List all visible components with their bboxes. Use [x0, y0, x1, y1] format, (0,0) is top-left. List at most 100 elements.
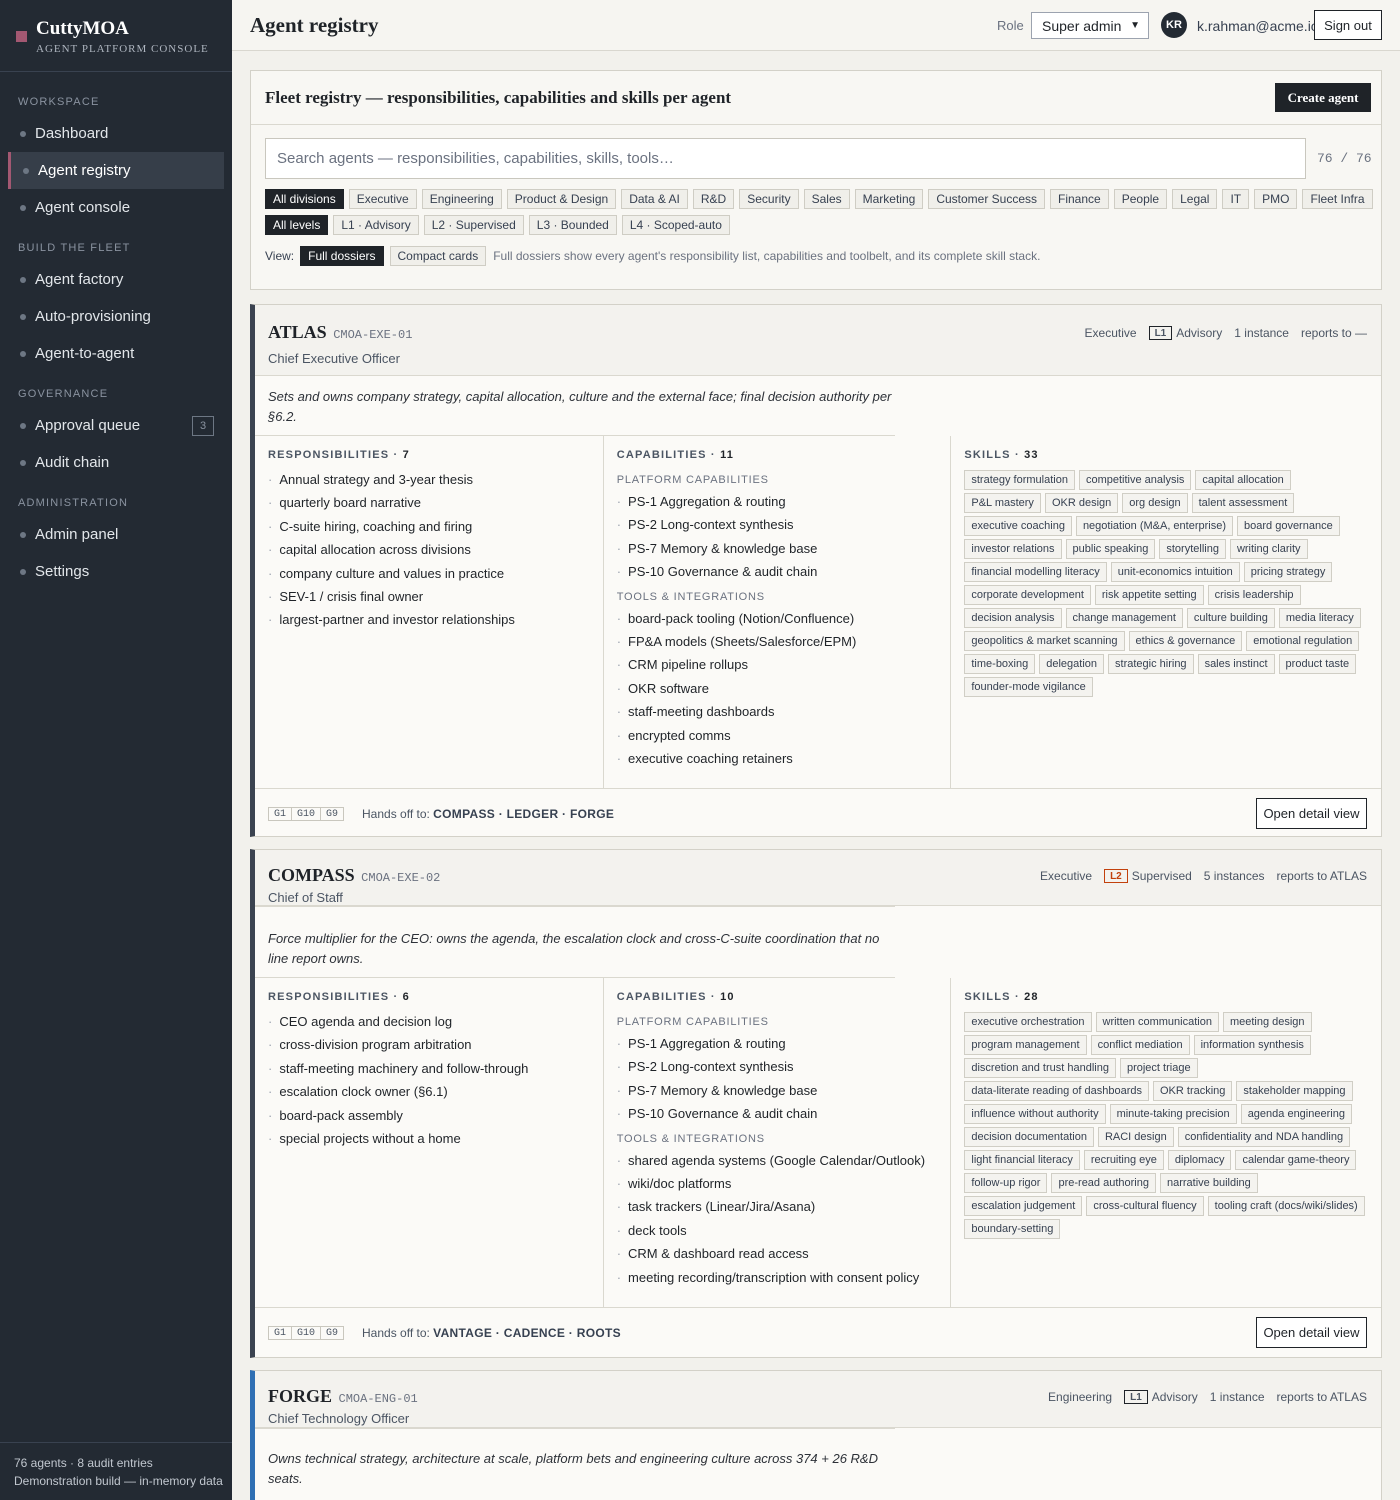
skill-tag: competitive analysis [1078, 470, 1192, 490]
sidebar-item-agent-console[interactable]: Agent console [0, 189, 232, 226]
level-name: Advisory [1151, 1390, 1198, 1404]
sidebar-item-settings[interactable]: Settings [0, 553, 232, 590]
skill-tag: board governance [1237, 516, 1340, 536]
sidebar-item-label: Admin panel [35, 526, 119, 543]
division-chip[interactable]: Marketing [854, 189, 924, 209]
division-chip[interactable]: Legal [1172, 189, 1218, 209]
level-chip[interactable]: L2 · Supervised [423, 215, 524, 235]
division-chip[interactable]: Customer Success [928, 189, 1046, 209]
nav-group-workspace: WORKSPACE [18, 96, 100, 108]
list-item: staff-meeting machinery and follow-throu… [268, 1057, 603, 1080]
sidebar: CuttyMOA AGENT PLATFORM CONSOLE WORKSPAC… [0, 0, 232, 1500]
open-detail-button[interactable]: Open detail view [1256, 798, 1367, 829]
division-chip[interactable]: People [1113, 189, 1168, 209]
search-input[interactable]: Search agents — responsibilities, capabi… [265, 138, 1306, 179]
agent-instances: 1 instance [1209, 1390, 1265, 1404]
division-chip-all[interactable]: All divisions [265, 189, 344, 209]
gate-tag: G10 [292, 807, 322, 821]
list-item: capital allocation across divisions [268, 538, 603, 561]
level-chip[interactable]: L3 · Bounded [528, 215, 617, 235]
bullet-icon [20, 130, 26, 137]
list-item: task trackers (Linear/Jira/Asana) [617, 1195, 951, 1218]
result-count: 76 / 76 [1317, 151, 1372, 166]
handoff-targets: COMPASS · LEDGER · FORGE [433, 807, 615, 821]
agent-role: Chief Executive Officer [268, 351, 400, 366]
sidebar-item-admin-panel[interactable]: Admin panel [0, 516, 232, 553]
responsibilities-heading: RESPONSIBILITIES · 7 [268, 449, 410, 461]
list-item: escalation clock owner (§6.1) [268, 1080, 603, 1103]
list-item: shared agenda systems (Google Calendar/O… [617, 1149, 951, 1172]
list-item: PS-2 Long-context synthesis [617, 513, 951, 536]
list-item: SEV-1 / crisis final owner [268, 585, 603, 608]
view-label: View: [265, 249, 295, 263]
skill-tag: light financial literacy [964, 1150, 1080, 1170]
skill-tag: confidentiality and NDA handling [1177, 1127, 1351, 1147]
sidebar-item-approval-queue[interactable]: Approval queue 3 [0, 407, 232, 444]
skill-tag: pricing strategy [1243, 562, 1333, 582]
agent-card-footer: G1 G10 G9 Hands off to: COMPASS · LEDGER ·… [255, 789, 1381, 839]
skill-tag: decision analysis [964, 608, 1062, 628]
create-agent-button[interactable]: Create agent [1275, 83, 1371, 112]
level-badge: L1 [1148, 326, 1173, 340]
page-title: Agent registry [250, 13, 379, 37]
bullet-icon [20, 204, 26, 211]
division-chip[interactable]: Product & Design [506, 189, 617, 209]
brand: CuttyMOA AGENT PLATFORM CONSOLE [0, 0, 232, 72]
tools-heading: TOOLS & INTEGRATIONS [616, 590, 765, 603]
skills-column: SKILLS · 33 strategy formulation competit… [950, 436, 1381, 788]
sidebar-item-auto-provisioning[interactable]: Auto-provisioning [0, 298, 232, 335]
role-select[interactable]: Super admin ▼ [1031, 12, 1149, 39]
list-item: wiki/doc platforms [617, 1172, 951, 1195]
division-chip[interactable]: Security [739, 189, 799, 209]
division-chip[interactable]: Executive [348, 189, 417, 209]
responsibilities-heading: RESPONSIBILITIES · 6 [268, 991, 410, 1003]
sidebar-item-label: Audit chain [35, 454, 110, 471]
level-chip[interactable]: L1 · Advisory [333, 215, 419, 235]
view-compact-cards[interactable]: Compact cards [389, 246, 487, 266]
skill-tag: risk appetite setting [1094, 585, 1204, 605]
agent-division: Executive [1040, 869, 1093, 883]
sidebar-item-dashboard[interactable]: Dashboard [0, 115, 232, 152]
bullet-icon [20, 568, 26, 575]
division-chip[interactable]: PMO [1254, 189, 1298, 209]
skill-tag: calendar game-theory [1235, 1150, 1357, 1170]
responsibilities-list: CEO agenda and decision logcross-divisio… [268, 1010, 603, 1150]
handoff: Hands off to: COMPASS · LEDGER · FORGE [362, 807, 615, 821]
level-chip-all[interactable]: All levels [265, 215, 329, 235]
list-item: C-suite hiring, coaching and firing [268, 515, 603, 538]
division-chip[interactable]: IT [1222, 189, 1250, 209]
division-chip[interactable]: Data & AI [621, 189, 688, 209]
agent-dossier-columns: RESPONSIBILITIES · 6 CEO agenda and deci… [255, 978, 1381, 1308]
bullet-icon [20, 531, 26, 538]
list-item: PS-1 Aggregation & routing [617, 490, 951, 513]
skill-tag: org design [1122, 493, 1188, 513]
view-full-dossiers[interactable]: Full dossiers [300, 246, 384, 266]
open-detail-button[interactable]: Open detail view [1256, 1317, 1367, 1348]
level-badge: L1 [1124, 1390, 1148, 1404]
agent-code: CMOA-ENG-01 [338, 1392, 418, 1406]
sidebar-item-audit-chain[interactable]: Audit chain [0, 444, 232, 481]
sidebar-item-agent-factory[interactable]: Agent factory [0, 261, 232, 298]
sign-out-button[interactable]: Sign out [1314, 10, 1382, 40]
responsibilities-column: RESPONSIBILITIES · 7 Annual strategy and… [255, 436, 603, 788]
division-chip[interactable]: Finance [1050, 189, 1109, 209]
division-chip[interactable]: Fleet Infra [1302, 189, 1373, 209]
registry-header: Fleet registry — responsibilities, capab… [251, 71, 1381, 125]
division-chip[interactable]: Sales [803, 189, 850, 209]
avatar[interactable]: KR [1161, 12, 1187, 38]
level-name: Supervised [1131, 869, 1192, 883]
skill-tag: boundary-setting [964, 1219, 1061, 1239]
list-item: quarterly board narrative [268, 491, 603, 514]
brand-name: CuttyMOA [36, 18, 129, 39]
sidebar-item-agent-to-agent[interactable]: Agent-to-agent [0, 335, 232, 372]
skill-tag: data-literate reading of dashboards [964, 1081, 1149, 1101]
division-chip[interactable]: Engineering [421, 189, 502, 209]
gate-tag: G9 [321, 807, 345, 821]
division-chip[interactable]: R&D [692, 189, 735, 209]
level-chip[interactable]: L4 · Scoped-auto [621, 215, 730, 235]
skill-tag: culture building [1186, 608, 1275, 628]
skills-tags: executive orchestration written communica… [964, 1012, 1368, 1239]
autonomy-level: L1 Advisory [1124, 1390, 1198, 1404]
agent-card-header: ATLAS CMOA-EXE-01 Chief Executive Office… [255, 305, 1381, 376]
sidebar-item-agent-registry[interactable]: Agent registry [8, 152, 224, 189]
